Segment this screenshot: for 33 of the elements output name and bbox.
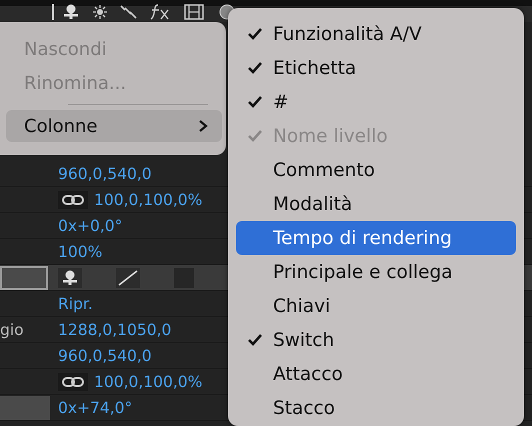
link-icon[interactable]: [58, 372, 88, 390]
property-value[interactable]: 100,0,100,0%: [94, 190, 202, 208]
menu-item[interactable]: Etichetta: [236, 51, 516, 85]
property-value[interactable]: 1288,0,1050,0: [58, 320, 172, 338]
menu-item[interactable]: Tempo di rendering: [236, 221, 516, 255]
property-value[interactable]: 960,0,540,0: [58, 346, 152, 364]
film-icon[interactable]: [184, 3, 204, 21]
property-label: gio: [0, 320, 24, 338]
menu-item[interactable]: Modalità: [236, 187, 516, 221]
menu-item[interactable]: Funzionalità A/V: [236, 17, 516, 51]
menu-item[interactable]: Principale e collega: [236, 255, 516, 289]
property-value[interactable]: Ripr.: [58, 294, 93, 312]
puppet-switch[interactable]: [58, 268, 82, 288]
link-icon[interactable]: [58, 190, 88, 208]
menu-item[interactable]: Chiavi: [236, 289, 516, 323]
submenu-item[interactable]: Colonne: [6, 110, 222, 142]
menu-item[interactable]: Commento: [236, 153, 516, 187]
menu-item[interactable]: #: [236, 85, 516, 119]
menu-item[interactable]: Attacco: [236, 357, 516, 391]
menu-item[interactable]: Stacco: [236, 391, 516, 425]
quality-switch[interactable]: [116, 268, 140, 288]
property-value[interactable]: 100%: [58, 242, 102, 260]
layer-name-field[interactable]: [0, 266, 48, 290]
value-field[interactable]: [0, 396, 50, 420]
property-value[interactable]: 960,0,540,0: [58, 164, 152, 182]
motion-blur-icon[interactable]: [120, 4, 138, 20]
property-value[interactable]: 0x+74,0°: [58, 398, 132, 416]
menu-item[interactable]: Switch: [236, 323, 516, 357]
property-value[interactable]: 100,0,100,0%: [94, 372, 202, 390]
chevron-icon: [198, 119, 208, 133]
puppet-icon[interactable]: [62, 4, 80, 20]
sun-icon[interactable]: [92, 4, 108, 20]
property-value[interactable]: 0x+0,0°: [58, 216, 122, 234]
